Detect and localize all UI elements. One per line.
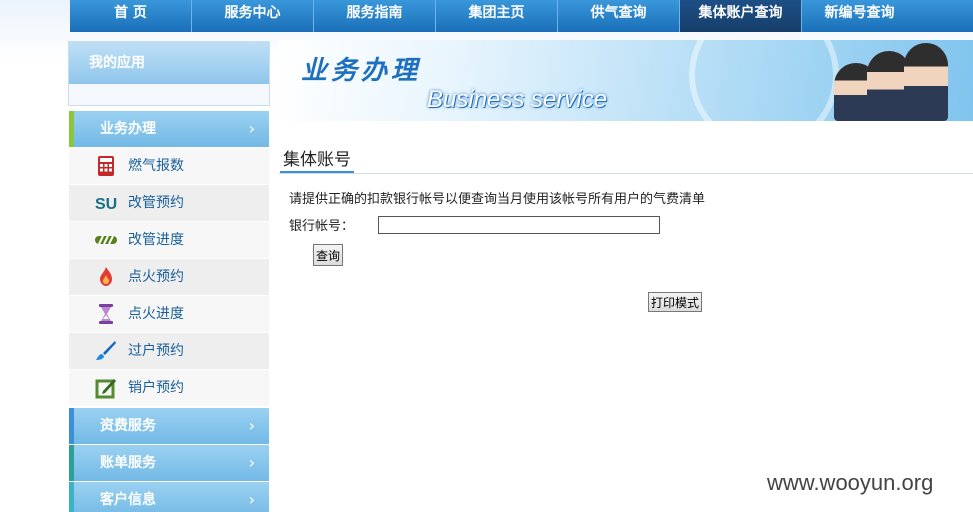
bank-account-input[interactable] xyxy=(378,216,660,234)
sidebar-item-pipe-progress[interactable]: 改管进度 xyxy=(69,222,269,259)
calculator-icon xyxy=(98,156,114,176)
sidebar-item-ignition-progress[interactable]: 点火进度 xyxy=(69,296,269,333)
sidebar-section-billing[interactable]: 资费服务 › xyxy=(69,408,269,444)
sidebar-section-bill[interactable]: 账单服务 › xyxy=(69,445,269,481)
sidebar-section-customer[interactable]: 客户信息 › xyxy=(69,482,269,512)
sidebar-section-label: 账单服务 xyxy=(100,455,156,471)
svg-text:SU: SU xyxy=(95,196,117,213)
nav-service-guide[interactable]: 服务指南 xyxy=(314,0,436,32)
chevron-right-icon: › xyxy=(248,119,255,138)
banner: 业务办理 Business service xyxy=(279,40,973,121)
sidebar-item-label: 改管预约 xyxy=(128,195,184,211)
top-nav: 首 页 服务中心 服务指南 集团主页 供气查询 集体账户查询 新编号查询 xyxy=(70,0,973,32)
nav-home[interactable]: 首 页 xyxy=(70,0,192,32)
operator-figure xyxy=(904,43,948,121)
hourglass-icon xyxy=(99,304,113,324)
query-button[interactable]: 查询 xyxy=(313,244,344,266)
sidebar-item-gas-reading[interactable]: 燃气报数 xyxy=(69,148,269,185)
sidebar-item-transfer-appointment[interactable]: 过户预约 xyxy=(69,333,269,370)
sidebar-item-cancel-appointment[interactable]: 销户预约 xyxy=(69,370,269,407)
rainbow-arc xyxy=(689,40,839,121)
page-title: 集体账号 xyxy=(280,145,354,173)
progress-bar-icon xyxy=(95,235,117,245)
sidebar-item-label: 过户预约 xyxy=(128,343,184,359)
my-apps-panel: 我的应用 xyxy=(68,41,270,106)
bank-account-label: 银行帐号： xyxy=(289,219,355,234)
banner-title-cn: 业务办理 xyxy=(301,56,422,86)
sidebar-item-label: 点火预约 xyxy=(128,269,184,285)
nav-service-center[interactable]: 服务中心 xyxy=(192,0,314,32)
chevron-right-icon: › xyxy=(248,453,255,472)
sidebar-section-label: 业务办理 xyxy=(100,121,156,137)
edit-icon xyxy=(95,379,116,399)
title-divider xyxy=(279,173,973,174)
chevron-right-icon: › xyxy=(248,416,255,435)
nav-group-home[interactable]: 集团主页 xyxy=(436,0,558,32)
sidebar-item-pipe-appointment[interactable]: SU 改管预约 xyxy=(69,185,269,222)
nav-new-number-query[interactable]: 新编号查询 xyxy=(802,0,917,32)
watermark: www.wooyun.org xyxy=(767,470,934,495)
banner-title-en: Business service xyxy=(427,86,608,113)
sidebar-item-label: 燃气报数 xyxy=(128,158,184,174)
sidebar-item-label: 点火进度 xyxy=(128,306,184,322)
sidebar-section-label: 资费服务 xyxy=(100,418,156,434)
flame-icon xyxy=(100,267,112,286)
sidebar-section-business[interactable]: 业务办理 › xyxy=(69,111,269,147)
instruction-text: 请提供正确的扣款银行帐号以便查询当月使用该帐号所有用户的气费清单 xyxy=(289,192,706,207)
stumbleupon-icon: SU xyxy=(95,196,117,213)
nav-group-account-query[interactable]: 集体账户查询 xyxy=(680,0,802,32)
brush-icon xyxy=(96,341,116,360)
sidebar-section-label: 客户信息 xyxy=(100,492,156,508)
sidebar-item-ignition-appointment[interactable]: 点火预约 xyxy=(69,259,269,296)
chevron-right-icon: › xyxy=(248,490,255,509)
sidebar-item-label: 销户预约 xyxy=(128,380,184,396)
print-mode-button[interactable]: 打印模式 xyxy=(648,292,703,312)
nav-gas-supply-query[interactable]: 供气查询 xyxy=(558,0,680,32)
sidebar-item-label: 改管进度 xyxy=(128,232,184,248)
my-apps-title[interactable]: 我的应用 xyxy=(69,42,269,84)
